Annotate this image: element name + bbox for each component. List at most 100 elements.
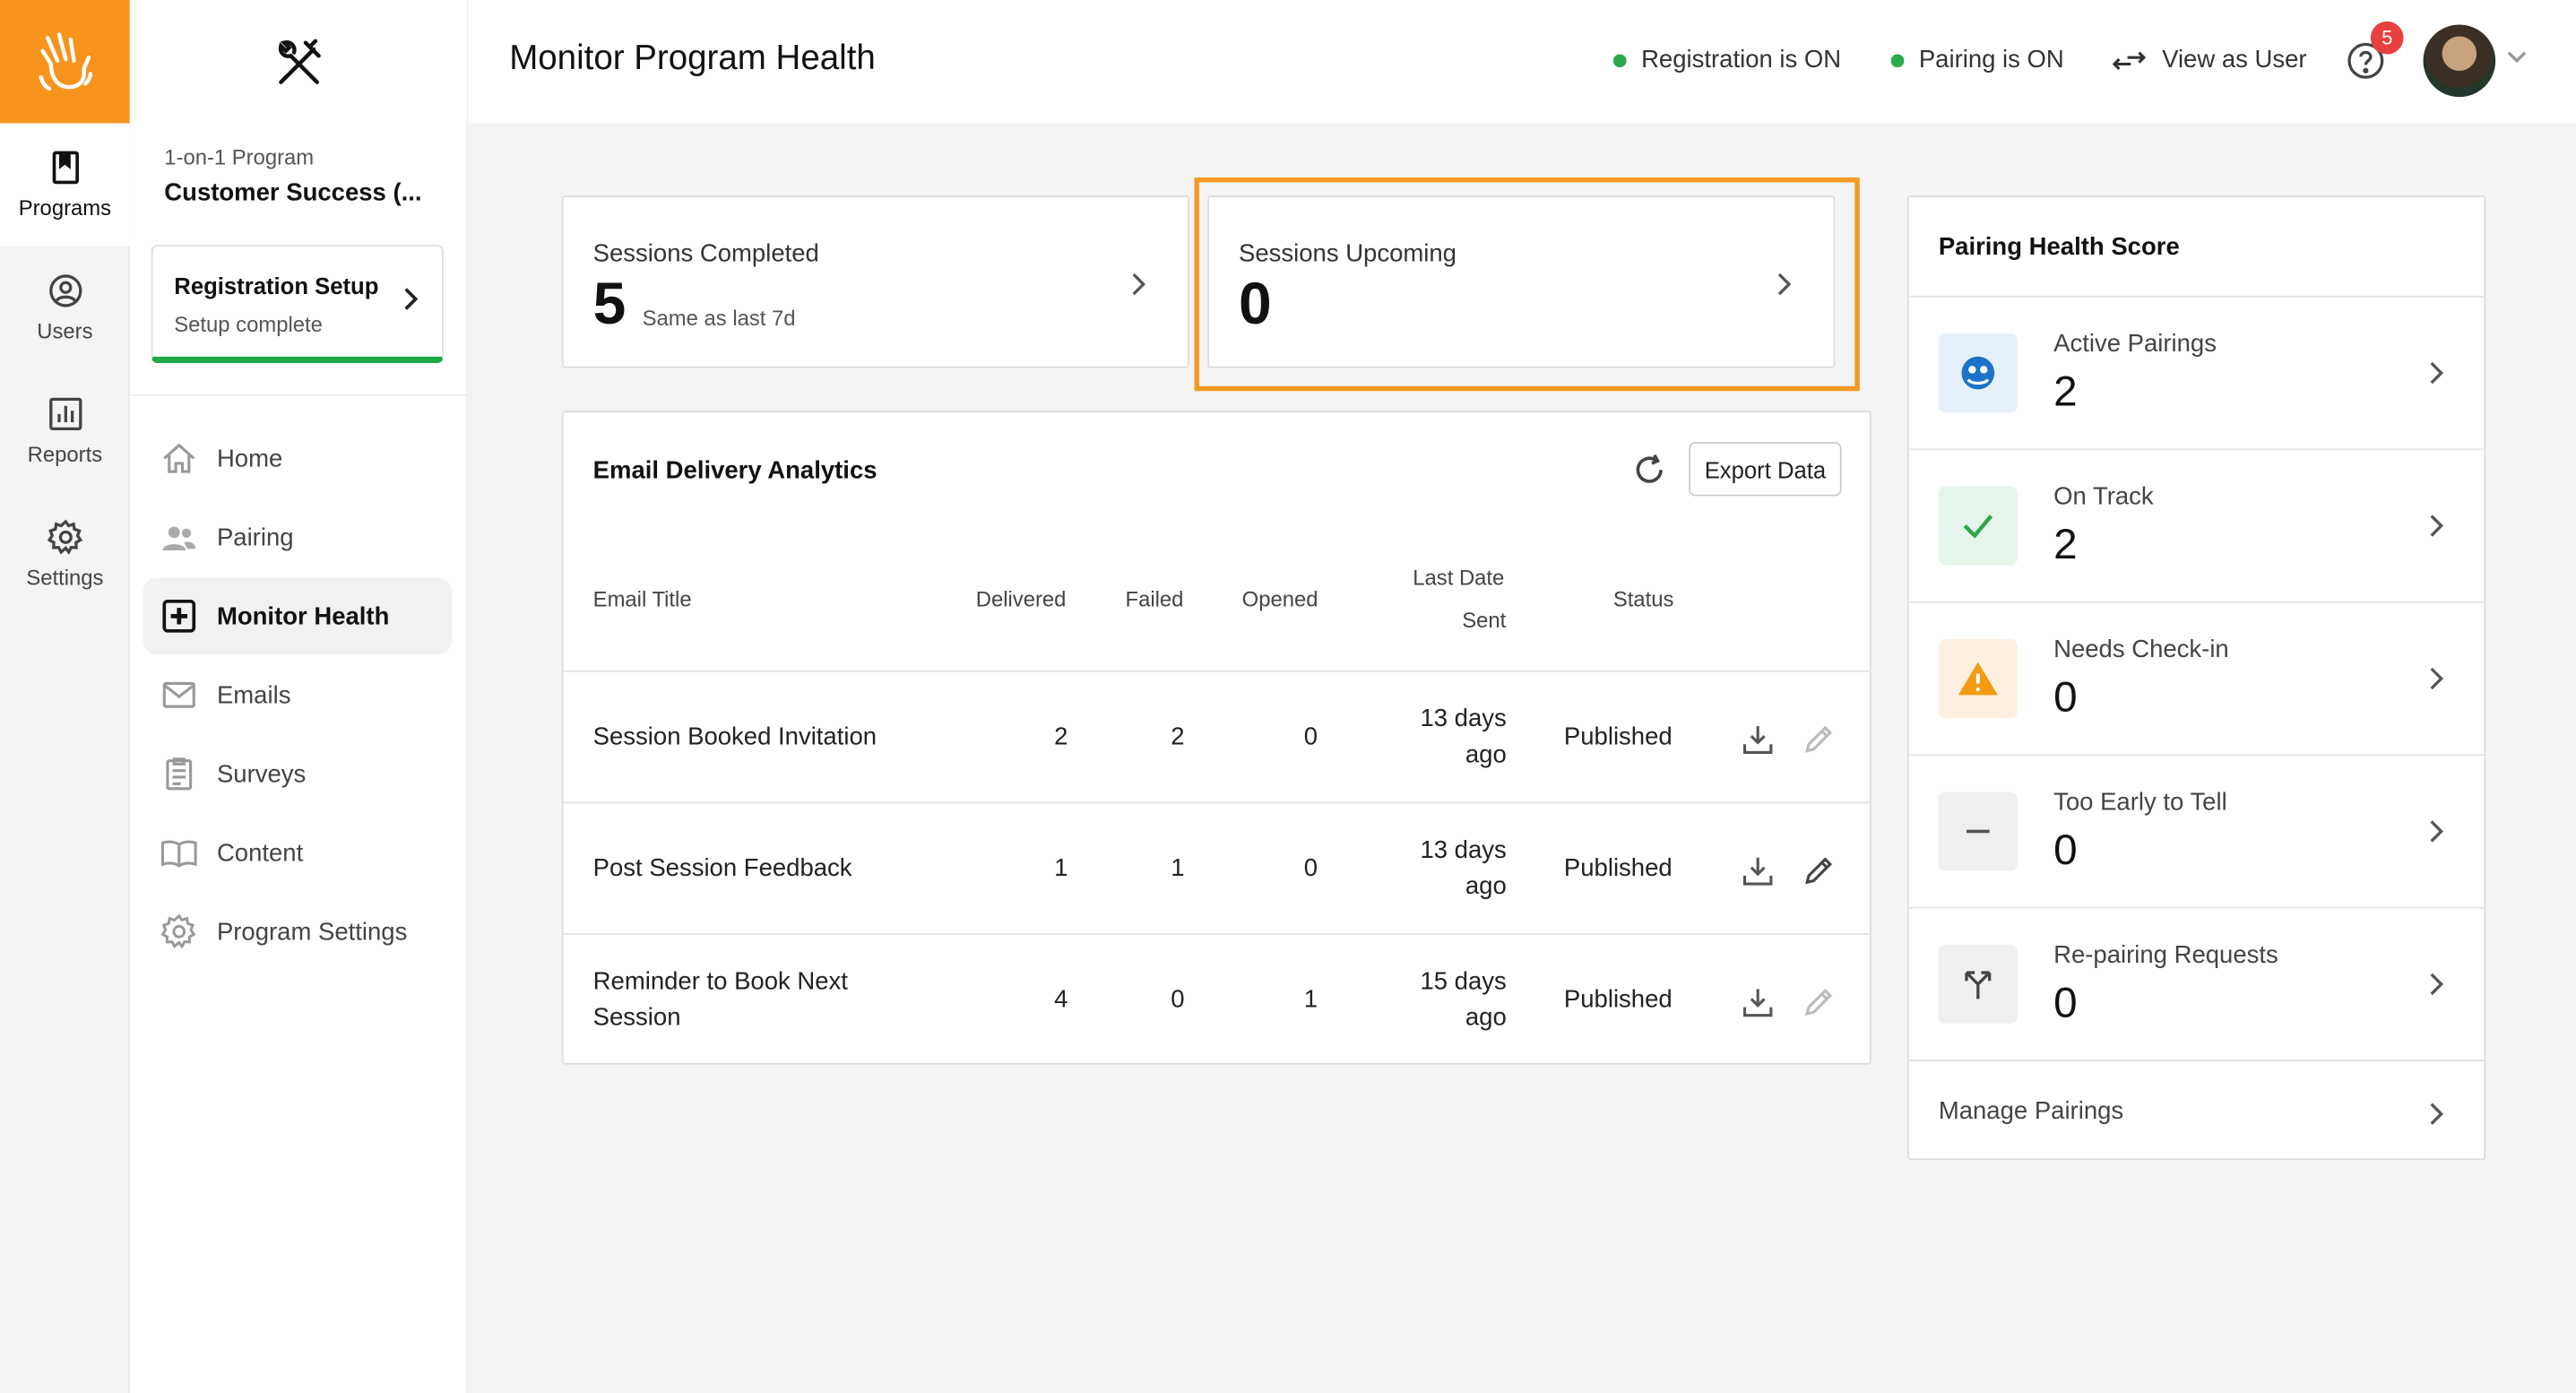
warning-icon <box>1938 638 2018 718</box>
edit-icon[interactable] <box>1802 986 1836 1019</box>
column-header[interactable]: Status <box>1613 586 1674 610</box>
rail-item-reports[interactable]: Reports <box>0 369 130 492</box>
rail-item-programs[interactable]: Programs <box>0 123 130 247</box>
metric-label: Re-pairing Requests <box>2053 941 2278 970</box>
download-icon[interactable] <box>1742 986 1775 1019</box>
metric-label: Active Pairings <box>2053 330 2217 359</box>
gear-icon <box>160 913 196 949</box>
column-header[interactable]: Opened <box>1242 586 1318 610</box>
opened-count: 0 <box>1303 722 1318 751</box>
failed-count: 0 <box>1171 985 1185 1014</box>
last-sent-date: 13 days <box>1420 835 1507 865</box>
pairing-health-row-needs-checkin[interactable]: Needs Check-in 0 <box>1908 601 2485 754</box>
stat-comparison: Same as last 7d <box>642 305 796 331</box>
pairing-health-row-too-early[interactable]: Too Early to Tell 0 <box>1908 754 2485 906</box>
status-label: Published <box>1563 722 1673 751</box>
nav-item-monitor-health[interactable]: Monitor Health <box>143 578 453 654</box>
column-header[interactable]: Email Title <box>593 586 692 610</box>
chevron-right-icon <box>2430 361 2444 385</box>
download-icon[interactable] <box>1742 854 1775 887</box>
nav-item-home[interactable]: Home <box>143 420 452 496</box>
page-title: Monitor Program Health <box>509 39 876 78</box>
nav-label: Emails <box>216 680 291 709</box>
notification-badge: 5 <box>2370 21 2404 55</box>
rail-item-users[interactable]: Users <box>0 247 130 369</box>
status-dot <box>1612 53 1627 67</box>
divider <box>129 394 469 396</box>
pairing-health-row-repairing[interactable]: Re-pairing Requests 0 <box>1908 906 2485 1060</box>
program-name[interactable]: Customer Success (... <box>164 179 421 207</box>
refresh-icon[interactable] <box>1631 452 1667 488</box>
pairing-health-card: Pairing Health Score Active Pairings 2 O… <box>1906 195 2486 1161</box>
column-header[interactable]: Delivered <box>976 586 1067 610</box>
waving-hand-icon <box>38 31 92 91</box>
nav-label: Content <box>216 838 304 867</box>
table-row[interactable]: Session Booked Invitation 2 2 0 13 days … <box>563 670 1871 802</box>
registration-status[interactable]: Registration is ON <box>1612 46 1841 74</box>
nav-item-content[interactable]: Content <box>143 815 452 890</box>
rail-item-settings[interactable]: Settings <box>0 493 130 616</box>
email-title: Session Booked Invitation <box>592 722 877 751</box>
section-title: Pairing Health Score <box>1938 233 2180 262</box>
email-title: Reminder to Book Next <box>592 967 848 996</box>
nav-item-pairing[interactable]: Pairing <box>143 499 452 575</box>
chevron-right-icon <box>2430 820 2444 843</box>
app-rail: Programs Users Reports Settings <box>0 0 130 1393</box>
download-icon[interactable] <box>1742 722 1775 756</box>
highlight-box <box>1194 177 1860 392</box>
nav-item-program-settings[interactable]: Program Settings <box>143 894 452 969</box>
pairing-health-row-on-track[interactable]: On Track 2 <box>1908 448 2485 601</box>
metric-label: Needs Check-in <box>2053 636 2229 664</box>
status-dot <box>1890 53 1905 67</box>
delivered-count: 1 <box>1054 854 1068 883</box>
delivered-count: 4 <box>1054 985 1068 1014</box>
opened-count: 0 <box>1303 854 1318 883</box>
status-label: Published <box>1563 854 1673 883</box>
health-plus-icon <box>162 600 196 633</box>
column-header[interactable]: Last Date <box>1413 566 1504 590</box>
table-row[interactable]: Post Session Feedback 1 1 0 13 days ago … <box>563 801 1871 933</box>
table-row[interactable]: Reminder to Book Next Session 4 0 1 15 d… <box>563 933 1871 1065</box>
bookmark-icon <box>51 151 79 185</box>
nav-item-emails[interactable]: Emails <box>143 657 452 732</box>
nav-label: Surveys <box>216 759 307 788</box>
nav-label: Monitor Health <box>216 601 390 630</box>
pairing-faces-icon <box>1938 333 2018 413</box>
chevron-down-icon[interactable] <box>2505 49 2528 65</box>
manage-pairings-label: Manage Pairings <box>1938 1097 2124 1126</box>
hammer-wrench-icon[interactable] <box>273 35 323 88</box>
registration-setup-card[interactable]: Registration Setup Setup complete <box>151 245 444 364</box>
home-icon <box>163 443 195 473</box>
registration-setup-status: Setup complete <box>174 312 323 337</box>
pairing-health-row-active[interactable]: Active Pairings 2 <box>1908 295 2485 448</box>
metric-label: On Track <box>2053 482 2154 512</box>
rail-label: Users <box>37 318 93 344</box>
top-header: Monitor Program Health Registration is O… <box>468 0 2576 124</box>
view-as-user-button[interactable]: View as User <box>2111 46 2307 74</box>
view-as-user-label: View as User <box>2162 46 2307 74</box>
edit-icon[interactable] <box>1802 854 1836 887</box>
tools-header <box>130 0 467 123</box>
people-icon <box>162 526 196 551</box>
export-data-button[interactable]: Export Data <box>1689 442 1842 497</box>
edit-icon[interactable] <box>1802 722 1836 756</box>
chevron-right-icon <box>1132 273 1146 296</box>
manage-pairings-link[interactable]: Manage Pairings <box>1908 1060 2485 1160</box>
pairing-status[interactable]: Pairing is ON <box>1890 46 2064 74</box>
sessions-completed-card[interactable]: Sessions Completed 5 Same as last 7d <box>561 195 1190 368</box>
chevron-right-icon <box>2430 667 2444 690</box>
last-sent-date-suffix: ago <box>1465 740 1507 769</box>
registration-setup-title: Registration Setup <box>174 273 379 299</box>
column-header[interactable]: Failed <box>1126 586 1184 610</box>
program-sidebar: 1-on-1 Program Customer Success (... Reg… <box>129 0 469 1393</box>
status-label: Published <box>1563 985 1673 1014</box>
email-title: Post Session Feedback <box>592 854 852 883</box>
opened-count: 1 <box>1303 985 1318 1014</box>
brand-logo[interactable] <box>0 0 130 124</box>
program-nav: Home Pairing Monitor Health Emails Surve… <box>143 420 453 973</box>
email-title-continued: Session <box>592 1003 681 1033</box>
nav-label: Program Settings <box>216 917 408 946</box>
avatar[interactable] <box>2423 24 2496 98</box>
nav-item-surveys[interactable]: Surveys <box>143 736 452 811</box>
last-sent-date-suffix: ago <box>1465 872 1507 901</box>
